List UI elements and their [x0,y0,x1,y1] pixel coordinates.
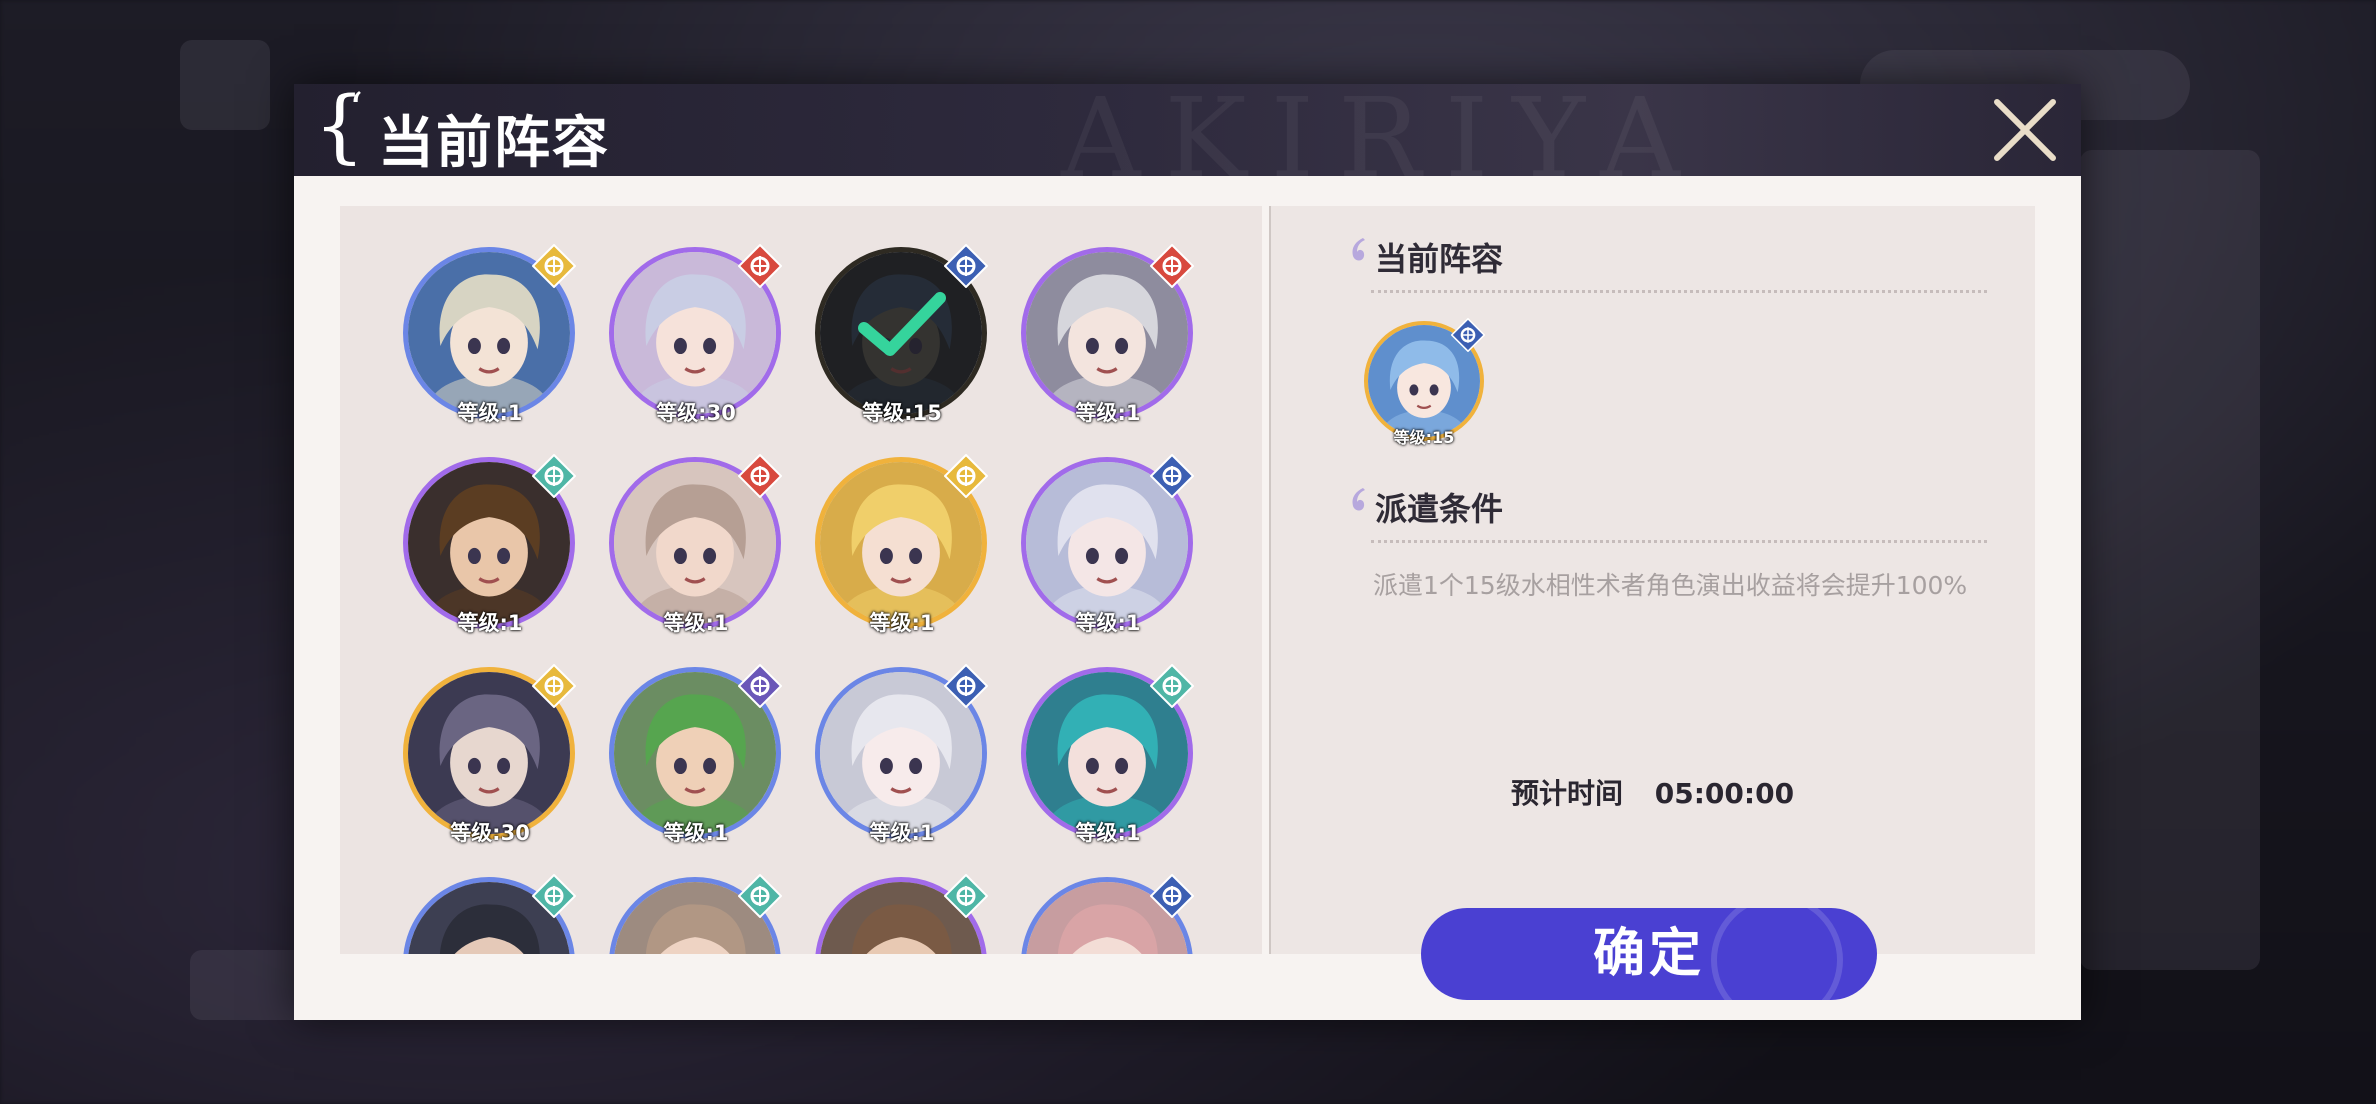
quote-ornament-icon [1352,488,1365,511]
element-badge-icon [1150,664,1194,708]
character-card[interactable]: 等级:1 [606,454,792,640]
button-decoration [1711,908,1843,1000]
background-panel [190,950,310,1020]
character-card[interactable] [812,874,998,954]
title-dot-ornament [590,134,596,140]
close-button[interactable] [1991,96,2059,164]
element-badge-icon [532,244,576,288]
background-panel [180,40,270,130]
confirm-button[interactable]: 确定 [1421,908,1877,1000]
element-badge-icon [532,664,576,708]
element-badge-icon [1150,454,1194,498]
character-card[interactable]: 等级:1 [606,664,792,850]
element-badge-icon [944,874,988,918]
lineup-summary-panel: 当前阵容 等级:15 派遣条件 派遣1个15级水相性术者角色演出收益将会提升10… [1271,206,2035,1000]
team-section-title: 当前阵容 [1375,240,1504,278]
dialog-header: AKIRIYA { ‘ 当前阵容 [294,84,2081,176]
character-card[interactable]: 等级:1 [400,454,586,640]
condition-section-title: 派遣条件 [1375,490,1504,528]
section-divider [1371,540,1987,543]
character-list-panel[interactable]: 等级:1 等级:30 等级:15 等级:1 等级:1 等级:1 等级:1 等级:1 等级:30 等… [340,206,1262,954]
character-level: 等级:15 [862,401,942,425]
dispatch-condition-text: 派遣1个15级水相性术者角色演出收益将会提升100% [1373,571,1968,600]
team-member-level: 等级:15 [1393,428,1455,447]
estimated-time-value: 05:00:00 [1654,777,1795,810]
lineup-dialog: AKIRIYA { ‘ 当前阵容 等级:1 等级:30 等级:15 等级:1 等级:1 等… [294,84,2081,1020]
character-level: 等级:1 [1075,821,1141,845]
team-member-slot[interactable]: 等级:15 [1361,318,1491,448]
dialog-title: 当前阵容 [378,110,610,176]
section-divider [1371,290,1987,293]
character-card[interactable]: 等级:1 [1018,244,1204,430]
background-panel [2080,150,2260,970]
element-badge-icon [738,664,782,708]
character-level: 等级:1 [1075,401,1141,425]
element-badge-icon [1150,244,1194,288]
character-level: 等级:1 [869,611,935,635]
character-card[interactable]: 等级:30 [606,244,792,430]
element-badge-icon [944,664,988,708]
checkmark-icon [858,292,946,356]
element-badge-icon [944,454,988,498]
element-badge-icon [738,454,782,498]
character-level: 等级:1 [1075,611,1141,635]
character-card[interactable] [1018,874,1204,954]
element-badge-icon [532,454,576,498]
character-card[interactable]: 等级:1 [1018,664,1204,850]
quote-ornament-icon [1352,238,1365,261]
character-card[interactable]: 等级:1 [812,454,998,640]
character-card[interactable] [400,874,586,954]
element-badge-icon [1150,874,1194,918]
header-watermark: AKIRIYA [1061,84,1704,176]
character-level: 等级:1 [663,611,729,635]
estimated-time: 预计时间 05:00:00 [1511,772,1794,812]
character-card[interactable]: 等级:1 [400,244,586,430]
character-card[interactable] [606,874,792,954]
character-level: 等级:1 [457,611,523,635]
element-badge-icon [1451,318,1485,352]
character-level: 等级:1 [663,821,729,845]
confirm-button-label: 确定 [1592,923,1705,984]
title-quote-ornament: ‘ [349,84,363,135]
element-badge-icon [944,244,988,288]
close-icon [1994,99,2056,161]
element-badge-icon [738,244,782,288]
character-level: 等级:1 [869,821,935,845]
element-badge-icon [532,874,576,918]
estimated-time-label: 预计时间 [1511,777,1624,810]
character-level: 等级:30 [656,401,736,425]
character-card[interactable]: 等级:15 [812,244,998,430]
character-level: 等级:1 [457,401,523,425]
character-card[interactable]: 等级:1 [1018,454,1204,640]
element-badge-icon [738,874,782,918]
character-card[interactable]: 等级:1 [812,664,998,850]
character-card[interactable]: 等级:30 [400,664,586,850]
character-level: 等级:30 [450,821,530,845]
